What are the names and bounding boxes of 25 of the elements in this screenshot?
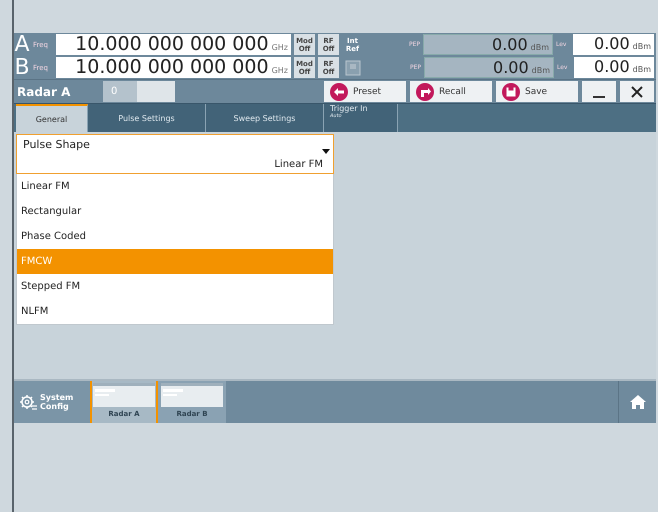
frequency-field[interactable]: 10.000 000 000 000 GHz <box>56 57 291 78</box>
minimize-button[interactable] <box>582 81 616 102</box>
preset-button[interactable]: Preset <box>324 81 406 102</box>
tab[interactable]: Sweep Settings <box>206 104 324 132</box>
tab[interactable]: Pulse Settings <box>88 104 206 132</box>
floppy-disk-icon <box>502 82 520 100</box>
channel-letter: B <box>14 56 30 78</box>
tab[interactable]: General <box>16 104 88 132</box>
caret-icon <box>322 149 330 155</box>
frequency-field[interactable]: 10.000 000 000 000 GHz <box>56 34 291 55</box>
pulse-shape-dropdown[interactable]: Pulse Shape Linear FM <box>16 134 334 174</box>
home-icon <box>630 394 646 410</box>
window-title: Radar A <box>16 84 72 98</box>
recall-button[interactable]: Recall <box>410 81 492 102</box>
pep-display: 0.00 dBm <box>424 57 554 78</box>
minimize-icon <box>593 96 605 98</box>
arrow-left-icon <box>330 82 348 100</box>
level-field[interactable]: 0.00 dBm <box>574 57 654 78</box>
pep-display: 0.00 dBm <box>423 34 553 55</box>
level-field[interactable]: 0.00 dBm <box>573 34 654 55</box>
channel-letter: A <box>14 34 30 56</box>
close-button[interactable] <box>620 81 654 102</box>
gear-icon <box>18 392 38 412</box>
arrow-right-icon <box>416 82 434 100</box>
save-button[interactable]: Save <box>496 81 578 102</box>
